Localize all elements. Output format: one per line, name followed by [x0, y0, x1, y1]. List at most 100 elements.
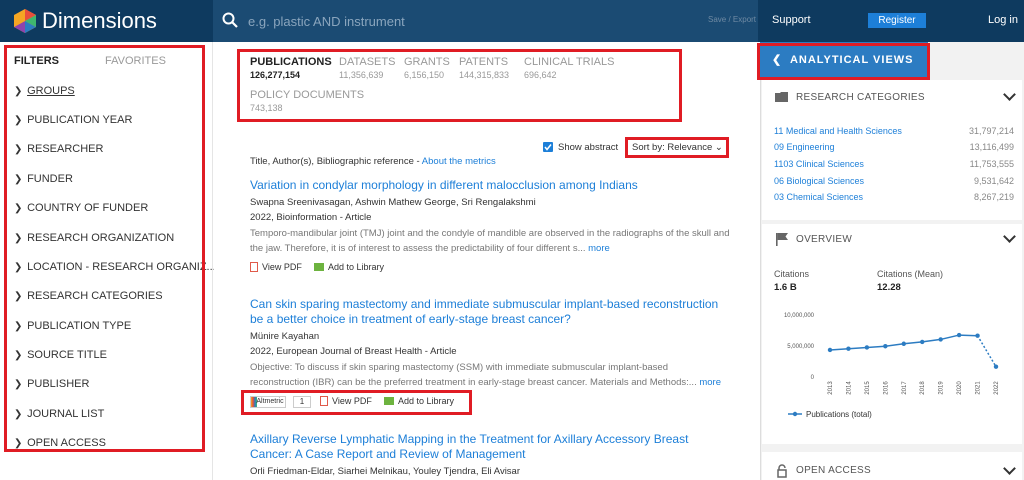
x-tick-label: 2015: [865, 381, 871, 395]
checkmark-icon: [544, 144, 552, 151]
search-icon[interactable]: [222, 12, 238, 28]
result-title[interactable]: Variation in condylar morphology in diff…: [250, 178, 730, 193]
more-link[interactable]: more: [588, 243, 610, 254]
filter-research-categories[interactable]: ❯ RESEARCH CATEGORIES: [14, 290, 163, 302]
bibliographic-reference-line: Title, Author(s), Bibliographic referenc…: [250, 156, 496, 167]
x-tick-label: 2019: [939, 381, 945, 395]
tab-grants[interactable]: GRANTS: [404, 56, 450, 68]
data-point: [901, 341, 906, 346]
category-link[interactable]: 11 Medical and Health Sciences: [774, 126, 902, 136]
data-point: [846, 346, 851, 351]
chevron-right-icon: ❯: [14, 379, 23, 390]
category-link[interactable]: 1103 Clinical Sciences: [774, 159, 864, 169]
filter-label: OPEN ACCESS: [27, 437, 106, 449]
filter-researcher[interactable]: ❯ RESEARCHER: [14, 143, 103, 155]
add-to-library-button[interactable]: Add to Library: [384, 396, 454, 406]
chevron-right-icon: ❯: [14, 144, 23, 155]
sort-dropdown[interactable]: Sort by: Relevance ⌄: [632, 142, 723, 153]
filter-funder[interactable]: ❯ FUNDER: [14, 173, 73, 185]
add-library-icon: [314, 263, 324, 271]
x-tick-label: 2018: [920, 381, 926, 395]
filter-label: RESEARCH ORGANIZATION: [27, 232, 175, 244]
y-tick-label: 5,000,000: [787, 344, 814, 350]
altmetric-badge[interactable]: Altmetric: [250, 396, 286, 408]
tab-patents[interactable]: PATENTS: [459, 56, 508, 68]
filter-publication-year[interactable]: ❯ PUBLICATION YEAR: [14, 114, 132, 126]
analytical-views-header[interactable]: ❮ ANALYTICAL VIEWS: [760, 42, 928, 78]
tab-datasets-count: 11,356,639: [339, 70, 384, 80]
tab-clinical-trials-count: 696,642: [524, 70, 557, 80]
tab-filters[interactable]: FILTERS: [14, 55, 59, 67]
result-authors: Münire Kayahan: [250, 331, 320, 342]
open-lock-icon: [777, 464, 787, 478]
chevron-left-icon: ❮: [772, 54, 783, 66]
view-pdf-label: View PDF: [332, 396, 372, 406]
about-metrics-link[interactable]: About the metrics: [422, 156, 496, 167]
x-tick-label: 2013: [828, 381, 834, 395]
result-authors: Swapna Sreenivasagan, Ashwin Mathew Geor…: [250, 197, 536, 208]
result-meta: 2022, Bioinformation - Article: [250, 212, 372, 223]
filter-country-of-funder[interactable]: ❯ COUNTRY OF FUNDER: [14, 202, 148, 214]
x-tick-label: 2016: [883, 381, 889, 395]
search-input[interactable]: [248, 12, 688, 30]
filter-label: FUNDER: [27, 173, 73, 185]
chevron-right-icon: ❯: [14, 174, 23, 185]
category-count: 9,531,642: [973, 176, 1014, 186]
open-access-title[interactable]: OPEN ACCESS: [796, 465, 871, 476]
data-point: [864, 345, 870, 350]
category-count: 8,267,219: [973, 192, 1014, 202]
category-count: 31,797,214: [968, 126, 1014, 136]
tab-publications[interactable]: PUBLICATIONS: [250, 56, 332, 68]
chevron-right-icon: ❯: [14, 233, 23, 244]
chevron-right-icon: ❯: [14, 438, 23, 449]
y-tick-label: 10,000,000: [784, 313, 815, 319]
filter-location-research-organization[interactable]: ❯ LOCATION - RESEARCH ORGANIZ...: [14, 261, 216, 273]
filter-research-organization[interactable]: ❯ RESEARCH ORGANIZATION: [14, 232, 174, 244]
abstract-text: Temporo-mandibular joint (TMJ) joint and…: [250, 228, 730, 254]
save-export-link[interactable]: Save / Export: [708, 15, 756, 24]
view-pdf-button[interactable]: View PDF: [320, 396, 372, 406]
add-to-library-button[interactable]: Add to Library: [314, 262, 384, 272]
filter-publisher[interactable]: ❯ PUBLISHER: [14, 378, 89, 390]
support-link[interactable]: Support: [772, 14, 811, 26]
dimensions-logo-icon[interactable]: [12, 8, 38, 34]
result-title[interactable]: Can skin sparing mastectomy and immediat…: [250, 297, 730, 327]
abstract-text: Objective: To discuss if skin sparing ma…: [250, 362, 697, 388]
view-pdf-button[interactable]: View PDF: [250, 262, 302, 272]
tab-policy-documents[interactable]: POLICY DOCUMENTS: [250, 89, 364, 101]
filter-publication-type[interactable]: ❯ PUBLICATION TYPE: [14, 320, 131, 332]
legend-marker: [792, 411, 798, 417]
chevron-right-icon: ❯: [14, 203, 23, 214]
flag-icon: [776, 233, 788, 246]
category-link[interactable]: 03 Chemical Sciences: [774, 192, 863, 202]
brand-name[interactable]: Dimensions: [42, 8, 157, 34]
data-point: [993, 364, 999, 369]
data-point: [920, 339, 925, 345]
result-title[interactable]: Axillary Reverse Lymphatic Mapping in th…: [250, 432, 730, 462]
result-authors: Orli Friedman-Eldar, Siarhei Melnikau, Y…: [250, 466, 520, 477]
filter-open-access[interactable]: ❯ OPEN ACCESS: [14, 437, 106, 449]
more-link[interactable]: more: [699, 377, 721, 388]
filter-journal-list[interactable]: ❯ JOURNAL LIST: [14, 408, 104, 420]
login-link[interactable]: Log in: [988, 14, 1018, 26]
citations-mean-label: Citations (Mean): [877, 269, 944, 279]
chevron-right-icon: ❯: [14, 86, 23, 97]
category-link[interactable]: 06 Biological Sciences: [774, 176, 864, 186]
category-link[interactable]: 09 Engineering: [774, 142, 835, 152]
filter-label: RESEARCH CATEGORIES: [27, 290, 163, 302]
tab-favorites[interactable]: FAVORITES: [105, 55, 166, 67]
filter-groups[interactable]: ❯ GROUPS: [14, 85, 75, 97]
overview-title[interactable]: OVERVIEW: [796, 234, 852, 245]
filter-label: COUNTRY OF FUNDER: [27, 202, 149, 214]
tab-datasets[interactable]: DATASETS: [339, 56, 395, 68]
altmetric-label: Altmetric: [256, 398, 284, 405]
tab-clinical-trials[interactable]: CLINICAL TRIALS: [524, 56, 614, 68]
filter-label: JOURNAL LIST: [27, 408, 105, 420]
x-tick-label: 2022: [994, 381, 1000, 395]
research-categories-title[interactable]: RESEARCH CATEGORIES: [796, 92, 925, 103]
register-button[interactable]: Register: [868, 13, 926, 28]
show-abstract-checkbox[interactable]: [543, 142, 553, 152]
add-library-label: Add to Library: [328, 262, 385, 272]
filter-source-title[interactable]: ❯ SOURCE TITLE: [14, 349, 107, 361]
bib-ref-label: Title, Author(s), Bibliographic referenc…: [250, 156, 420, 167]
